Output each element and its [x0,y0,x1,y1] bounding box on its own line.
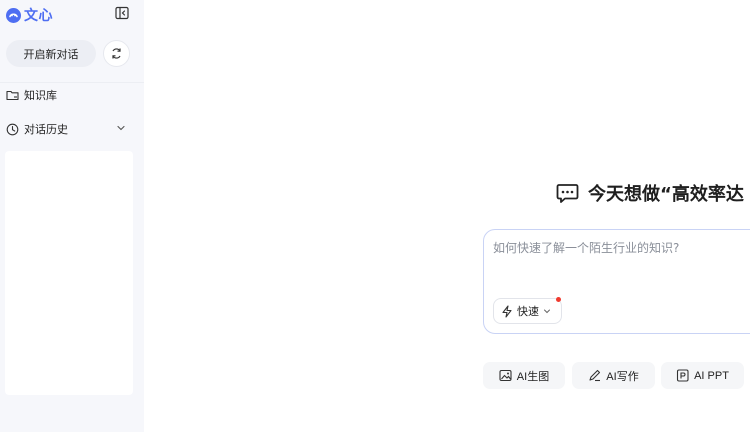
sidebar-item-history[interactable]: 对话历史 [6,121,126,137]
ai-ppt-button[interactable]: AI PPT [661,362,744,389]
history-list [5,151,133,395]
chevron-down-icon [544,309,550,314]
chevron-down-icon[interactable] [116,123,126,133]
chat-input-box: 快速 [483,229,750,334]
clock-icon [6,123,19,135]
logo-text: 文心 [24,7,53,23]
ai-image-button[interactable]: AI生图 [483,362,565,389]
ppt-icon [677,369,689,382]
lightning-icon [502,304,512,318]
page-headline: 今天想做“高效率达 [556,180,744,206]
tool-label: AI生图 [516,370,550,383]
headline-text: 今天想做“高效率达 [588,184,744,205]
refresh-button[interactable] [103,40,130,67]
collapse-sidebar-icon[interactable] [115,6,129,20]
sidebar-item-knowledge-base[interactable]: 知识库 [6,87,57,103]
mode-label: 快速 [517,306,539,318]
chat-input[interactable] [493,239,750,279]
tool-label: AI写作 [606,370,639,383]
new-chat-button[interactable]: 开启新对话 [6,40,96,67]
ai-writing-button[interactable]: AI写作 [572,362,655,389]
folder-icon [6,90,19,101]
pen-icon [589,369,601,382]
sidebar-item-label: 知识库 [24,90,57,102]
sidebar: 文心 开启新对话 知识库 对话历史 [0,0,144,432]
refresh-icon [112,48,121,59]
logo-icon [6,7,21,23]
image-icon [499,369,512,382]
logo[interactable]: 文心 [6,5,53,25]
sidebar-item-label: 对话历史 [24,124,68,136]
chat-bubble-icon [556,183,579,203]
tool-label: AI PPT [694,369,729,382]
sidebar-divider [0,82,144,83]
mode-selector[interactable]: 快速 [493,298,562,324]
notification-dot [556,297,561,302]
